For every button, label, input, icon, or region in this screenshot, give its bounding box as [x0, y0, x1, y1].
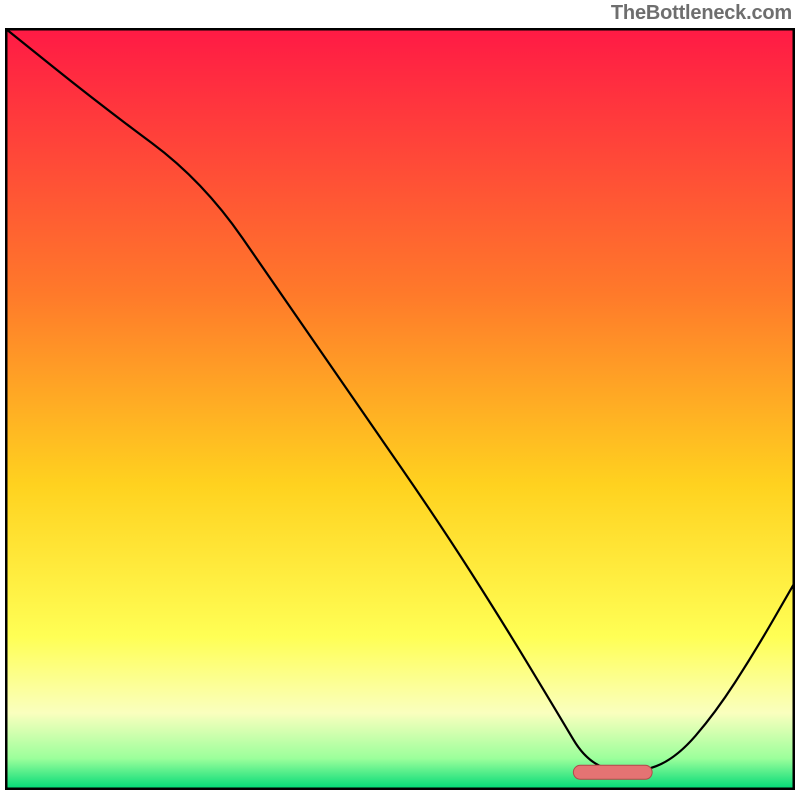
gradient-background [6, 29, 794, 789]
optimal-range-marker [573, 765, 652, 779]
bottleneck-chart [5, 28, 795, 790]
watermark-text: TheBottleneck.com [611, 2, 792, 25]
chart-svg [5, 28, 795, 790]
